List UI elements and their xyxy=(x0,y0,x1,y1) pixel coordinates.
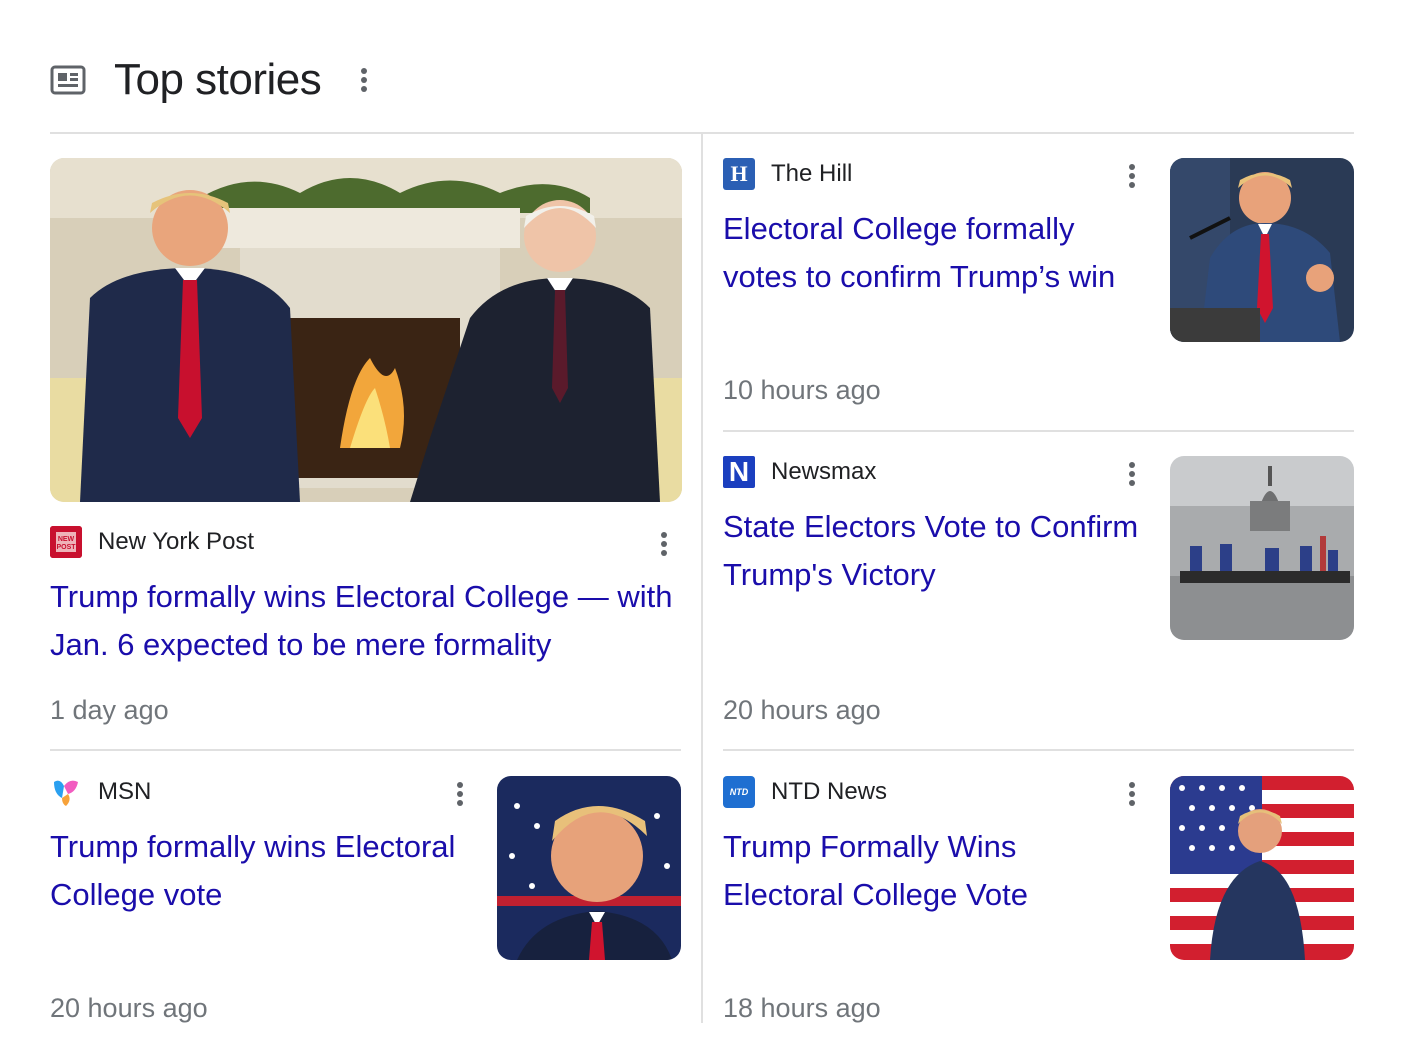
story-more-options-icon[interactable] xyxy=(1127,782,1137,806)
capitol-protest-photo xyxy=(1170,456,1354,640)
more-options-icon[interactable] xyxy=(359,68,369,92)
story-thumbnail-msn[interactable] xyxy=(497,776,681,960)
story-more-options-icon[interactable] xyxy=(455,782,465,806)
story-headline-the-hill[interactable]: Electoral College formally votes to conf… xyxy=(723,205,1143,301)
story-source-ntd-news[interactable]: NTD NTD News xyxy=(723,776,887,808)
msn-logo-icon xyxy=(50,776,82,808)
story-divider xyxy=(50,749,681,751)
top-stories-header: Top stories xyxy=(50,50,369,110)
svg-text:NEW: NEW xyxy=(58,536,75,543)
story-more-options-icon[interactable] xyxy=(1127,164,1137,188)
newspaper-icon xyxy=(50,64,86,96)
story-thumbnail-newsmax[interactable] xyxy=(1170,456,1354,640)
story-timestamp: 20 hours ago xyxy=(723,695,881,725)
story-more-options-icon[interactable] xyxy=(659,532,669,556)
story-thumbnail-ntd-news[interactable] xyxy=(1170,776,1354,960)
story-divider xyxy=(723,430,1354,432)
story-timestamp: 10 hours ago xyxy=(723,375,881,405)
the-hill-logo-icon: H xyxy=(723,158,755,190)
column-divider xyxy=(701,133,703,1023)
story-timestamp: 20 hours ago xyxy=(50,993,208,1023)
page-title: Top stories xyxy=(114,55,322,104)
top-stories-module: Top stories NEW POST New York Post Trump… xyxy=(0,0,1418,1048)
story-thumbnail-nypost[interactable] xyxy=(50,158,682,502)
source-name: The Hill xyxy=(771,160,853,187)
story-source-msn[interactable]: MSN xyxy=(50,776,151,808)
story-timestamp: 1 day ago xyxy=(50,695,169,725)
story-headline-ntd-news[interactable]: Trump Formally Wins Electoral College Vo… xyxy=(723,823,1143,919)
trump-american-flag-photo xyxy=(1170,776,1354,960)
source-name: NTD News xyxy=(771,778,888,805)
source-name: MSN xyxy=(98,778,152,805)
story-headline-msn[interactable]: Trump formally wins Electoral College vo… xyxy=(50,823,480,919)
ntd-logo-text: NTD xyxy=(729,787,749,797)
svg-text:POST: POST xyxy=(56,544,76,551)
the-hill-logo-letter: H xyxy=(730,161,748,186)
story-source-the-hill[interactable]: H The Hill xyxy=(723,158,852,190)
source-name: New York Post xyxy=(98,528,255,555)
oval-office-fireplace-photo xyxy=(50,158,682,502)
story-divider xyxy=(723,749,1354,751)
newsmax-logo-letter: N xyxy=(728,456,750,487)
ntd-news-logo-icon: NTD xyxy=(723,776,755,808)
story-headline-newsmax[interactable]: State Electors Vote to Confirm Trump's V… xyxy=(723,503,1143,599)
trump-flag-smile-photo xyxy=(497,776,681,960)
story-timestamp: 18 hours ago xyxy=(723,993,881,1023)
story-headline-nypost[interactable]: Trump formally wins Electoral College — … xyxy=(50,573,680,669)
story-source-newsmax[interactable]: N Newsmax xyxy=(723,456,876,488)
story-thumbnail-the-hill[interactable] xyxy=(1170,158,1354,342)
story-more-options-icon[interactable] xyxy=(1127,462,1137,486)
newsmax-logo-icon: N xyxy=(723,456,755,488)
story-source-nypost[interactable]: NEW POST New York Post xyxy=(50,526,254,558)
source-name: Newsmax xyxy=(771,458,877,485)
trump-podium-photo xyxy=(1170,158,1354,342)
new-york-post-logo-icon: NEW POST xyxy=(50,526,82,558)
